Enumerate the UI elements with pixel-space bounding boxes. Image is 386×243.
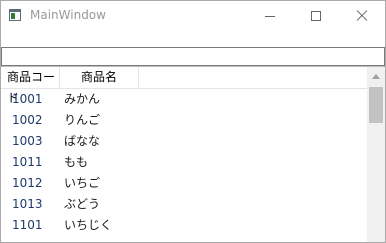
product-data-grid[interactable]: 商品コード 商品名 1001 みかん 1002 りんご 1003 ばなな 101… [1, 66, 385, 242]
window-title: MainWindow [30, 8, 106, 22]
table-row[interactable]: 1002 りんご [1, 110, 367, 131]
table-row[interactable]: 1012 いちご [1, 173, 367, 194]
product-code-cell: 1003 [12, 134, 43, 148]
product-code-cell: 1101 [12, 218, 43, 232]
table-row[interactable]: 1003 ばなな [1, 131, 367, 152]
product-code-cell: 1012 [12, 176, 43, 190]
product-code-cell: 1011 [12, 155, 43, 169]
product-name-cell: もも [64, 155, 89, 169]
scroll-up-arrow-icon[interactable] [372, 74, 380, 79]
product-name-cell: いちじく [64, 218, 113, 232]
product-name-cell: りんご [64, 113, 101, 127]
product-code-cell: 1001 [12, 92, 43, 106]
product-code-cell: 1002 [12, 113, 43, 127]
vertical-scrollbar[interactable] [367, 67, 385, 242]
close-icon [356, 10, 368, 22]
product-name-cell: みかん [64, 92, 101, 106]
minimize-icon [265, 16, 275, 17]
column-header-product-name[interactable]: 商品名 [60, 67, 139, 88]
table-row[interactable]: 1101 いちじく [1, 215, 367, 236]
scroll-thumb[interactable] [369, 87, 383, 123]
grid-header: 商品コード 商品名 [1, 67, 367, 105]
maximize-icon [311, 11, 321, 21]
product-name-cell: ばなな [64, 134, 101, 148]
product-code-cell: 1013 [12, 197, 43, 211]
table-row[interactable]: 1013 ぶどう [1, 194, 367, 215]
grid-rows: 1001 みかん 1002 りんご 1003 ばなな 1011 もも 1012 … [1, 89, 367, 236]
product-name-cell: ぶどう [64, 197, 101, 211]
close-button[interactable] [339, 1, 385, 32]
app-window-icon [9, 9, 21, 21]
product-name-cell: いちご [64, 176, 101, 190]
main-window: MainWindow 商品コード 商品名 1001 みかん 1002 りんご 1… [0, 0, 386, 243]
minimize-button[interactable] [247, 1, 293, 32]
title-bar[interactable]: MainWindow [1, 1, 385, 32]
search-input[interactable] [1, 47, 385, 66]
table-row[interactable]: 1001 みかん [1, 89, 367, 110]
column-header-product-code[interactable]: 商品コード [1, 67, 60, 105]
maximize-button[interactable] [293, 1, 339, 32]
table-row[interactable]: 1011 もも [1, 152, 367, 173]
